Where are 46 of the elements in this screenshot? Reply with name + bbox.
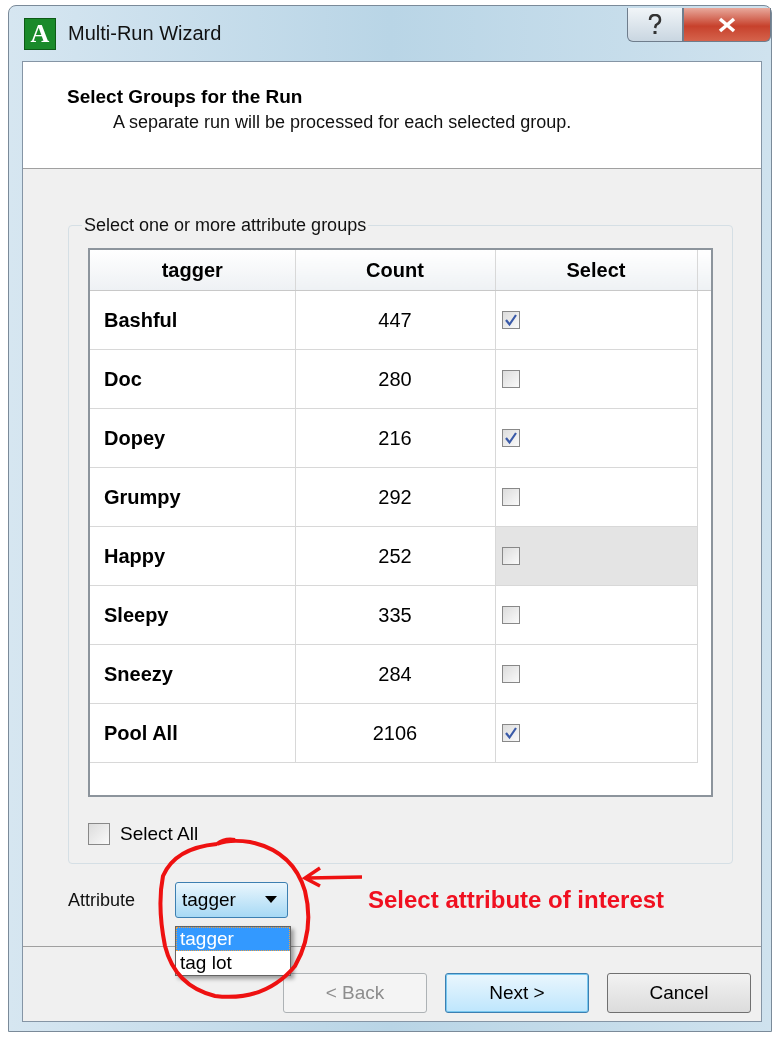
page-title: Select Groups for the Run <box>67 86 304 108</box>
checkbox[interactable] <box>501 311 520 329</box>
close-button[interactable] <box>683 8 771 42</box>
checkbox[interactable] <box>501 665 520 683</box>
field-label: Attribute <box>68 889 137 911</box>
table-cell: 292 <box>295 467 495 527</box>
table-cell: 447 <box>295 290 495 350</box>
column-header[interactable]: tagger <box>89 249 295 291</box>
table-cell: Bashful <box>89 290 295 350</box>
table-cell: 2106 <box>295 703 495 763</box>
checkbox-label: Select All <box>120 823 199 845</box>
column-header[interactable]: Count <box>295 249 495 291</box>
table-cell: Happy <box>89 526 295 586</box>
table-cell: 280 <box>295 349 495 409</box>
checkbox[interactable] <box>501 429 520 447</box>
table-cell: 284 <box>295 644 495 704</box>
app-icon: A <box>24 17 56 50</box>
checkbox[interactable] <box>501 370 520 388</box>
checkbox[interactable] <box>501 724 520 742</box>
checkbox[interactable] <box>88 823 110 845</box>
window-title: Multi-Run Wizard <box>68 22 222 45</box>
table-cell: Doc <box>89 349 295 409</box>
dropdown-caret-icon <box>265 896 277 904</box>
dropdown-option[interactable]: tag lot <box>176 951 290 975</box>
checkbox[interactable] <box>501 488 520 506</box>
table-cell: Pool All <box>89 703 295 763</box>
wizard-button[interactable]: Cancel <box>607 973 751 1013</box>
close-icon <box>717 16 737 33</box>
annotation-arrow <box>302 866 364 888</box>
help-button[interactable] <box>627 8 683 42</box>
table-cell: 216 <box>295 408 495 468</box>
group-legend: Select one or more attribute groups <box>82 215 369 236</box>
help-icon <box>647 13 663 36</box>
table-cell: Sneezy <box>89 644 295 704</box>
attribute-dropdown[interactable]: tagger <box>175 882 288 918</box>
wizard-button[interactable]: Next > <box>445 973 589 1013</box>
column-header[interactable]: Select <box>495 249 697 291</box>
table-cell: Grumpy <box>89 467 295 527</box>
checkbox[interactable] <box>501 547 520 565</box>
table-cell: 335 <box>295 585 495 645</box>
table-cell: 252 <box>295 526 495 586</box>
annotation-text: Select attribute of interest <box>368 886 665 914</box>
table-cell: Dopey <box>89 408 295 468</box>
page-subtitle: A separate run will be processed for each selected group. <box>113 112 573 133</box>
checkbox[interactable] <box>501 606 520 624</box>
table-cell: Sleepy <box>89 585 295 645</box>
